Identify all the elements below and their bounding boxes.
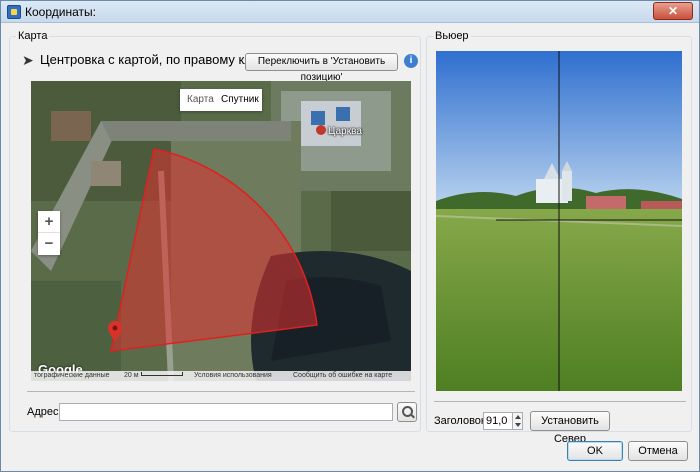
zoom-out-button[interactable]: −	[38, 233, 60, 255]
location-pin-icon[interactable]	[108, 321, 122, 341]
address-row: Адрес:	[27, 401, 417, 425]
panorama-viewer[interactable]	[436, 51, 682, 391]
map-scale-bar	[141, 372, 183, 376]
poi-label: Царква	[328, 126, 362, 137]
satellite-map[interactable]: Карта Спутник Царква + − Google тографич…	[31, 81, 411, 381]
heading-spinner[interactable]	[512, 412, 523, 430]
map-scale-label: 20 м	[124, 372, 139, 379]
map-data-credit: тографические данные	[34, 372, 110, 379]
poi-church[interactable]: Царква	[316, 125, 362, 137]
zoom-control: + −	[38, 211, 60, 255]
address-search-button[interactable]	[397, 402, 417, 422]
church-icon	[316, 125, 326, 135]
map-report-link[interactable]: Сообщить об ошибке на карте	[293, 372, 392, 379]
map-footer: тографические данные 20 м Условия исполь…	[31, 371, 411, 381]
window-title: Координаты:	[25, 5, 96, 19]
cancel-button[interactable]: Отмена	[628, 441, 688, 461]
map-group: Карта ➤ Центровка с картой, по правому к…	[9, 30, 421, 432]
switch-mode-button[interactable]: Переключить в 'Установить позицию'	[245, 53, 398, 83]
info-icon[interactable]: i	[404, 54, 418, 68]
navigation-arrow-icon: ➤	[22, 52, 34, 68]
coordinates-dialog: Координаты: ✕ Карта ➤ Центровка с картой…	[0, 0, 700, 472]
address-input[interactable]	[59, 403, 393, 421]
map-terms-link[interactable]: Условия использования	[194, 372, 272, 379]
heading-row: Заголовок: Установить Север	[434, 411, 686, 445]
ok-button[interactable]: OK	[567, 441, 623, 461]
divider	[27, 391, 415, 392]
viewer-group: Вьюер Заголовок: 91,0 Установить Север	[426, 30, 692, 445]
map-group-label: Карта	[16, 30, 50, 42]
divider	[434, 401, 686, 402]
titlebar: Координаты: ✕	[1, 1, 699, 23]
map-hint-text: Центровка с картой, по правому клику	[40, 52, 272, 67]
map-hint-row: ➤ Центровка с картой, по правому клику П…	[18, 49, 418, 83]
map-type-map-button[interactable]: Карта	[187, 94, 214, 105]
heading-input[interactable]	[483, 412, 513, 430]
close-button[interactable]: ✕	[653, 2, 693, 20]
zoom-in-button[interactable]: +	[38, 211, 60, 233]
address-label: Адрес:	[27, 406, 62, 418]
heading-label: Заголовок:	[434, 415, 489, 427]
app-icon	[7, 5, 21, 19]
viewer-group-label: Вьюер	[433, 30, 471, 42]
map-type-satellite-button[interactable]: Спутник	[221, 94, 259, 105]
set-north-button[interactable]: Установить Север	[530, 411, 610, 445]
map-type-switcher: Карта Спутник	[180, 89, 262, 111]
panorama-image	[436, 51, 682, 391]
